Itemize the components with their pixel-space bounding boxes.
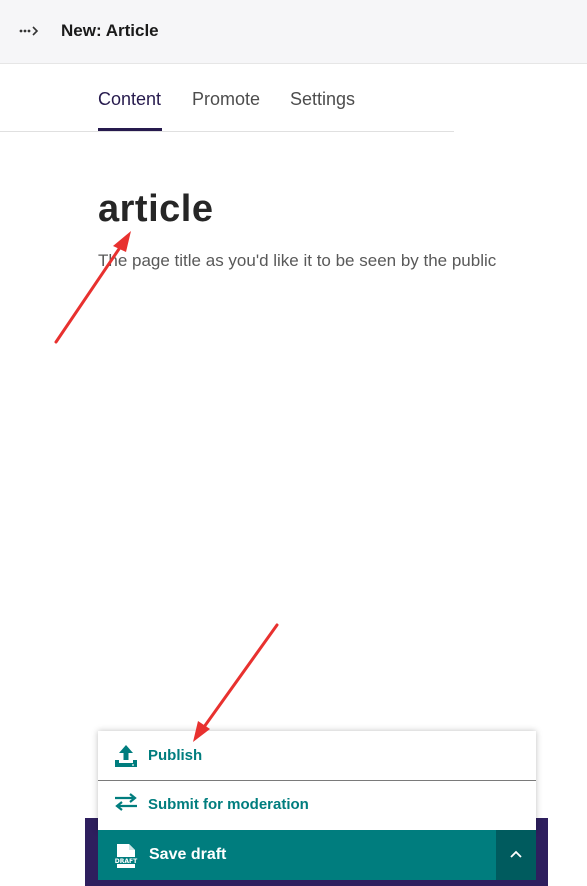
page-title: New: Article (61, 21, 159, 40)
publish-label: Publish (148, 747, 203, 764)
save-draft-label: Save draft (149, 846, 227, 863)
active-tab-indicator (98, 128, 162, 131)
tab-content[interactable]: Content (98, 89, 161, 110)
title-help-text: The page title as you'd like it to be se… (98, 251, 497, 270)
submit-for-moderation-button[interactable]: Submit for moderation (98, 781, 536, 830)
svg-text:DRAFT: DRAFT (115, 858, 138, 865)
tab-bar: Content Promote Settings (0, 64, 454, 132)
tab-settings[interactable]: Settings (290, 89, 355, 110)
breadcrumb-expand-icon[interactable] (14, 18, 44, 44)
save-draft-button[interactable]: DRAFT Save draft (98, 830, 496, 880)
arrows-exchange-icon (113, 791, 139, 817)
publish-button[interactable]: Publish (98, 731, 536, 780)
draft-document-icon: DRAFT (114, 843, 138, 869)
actions-menu-toggle[interactable] (496, 830, 536, 880)
title-field[interactable]: article (98, 188, 213, 231)
annotation-arrow-title (54, 231, 131, 344)
upload-icon (113, 743, 139, 769)
chevron-up-icon (509, 846, 523, 864)
submit-for-moderation-label: Submit for moderation (148, 796, 309, 813)
page-header: New: Article (0, 0, 587, 64)
annotation-arrow-publish (193, 623, 279, 742)
actions-dropdown-menu: Publish Submit for moderation (98, 731, 536, 831)
tab-promote[interactable]: Promote (192, 89, 260, 110)
